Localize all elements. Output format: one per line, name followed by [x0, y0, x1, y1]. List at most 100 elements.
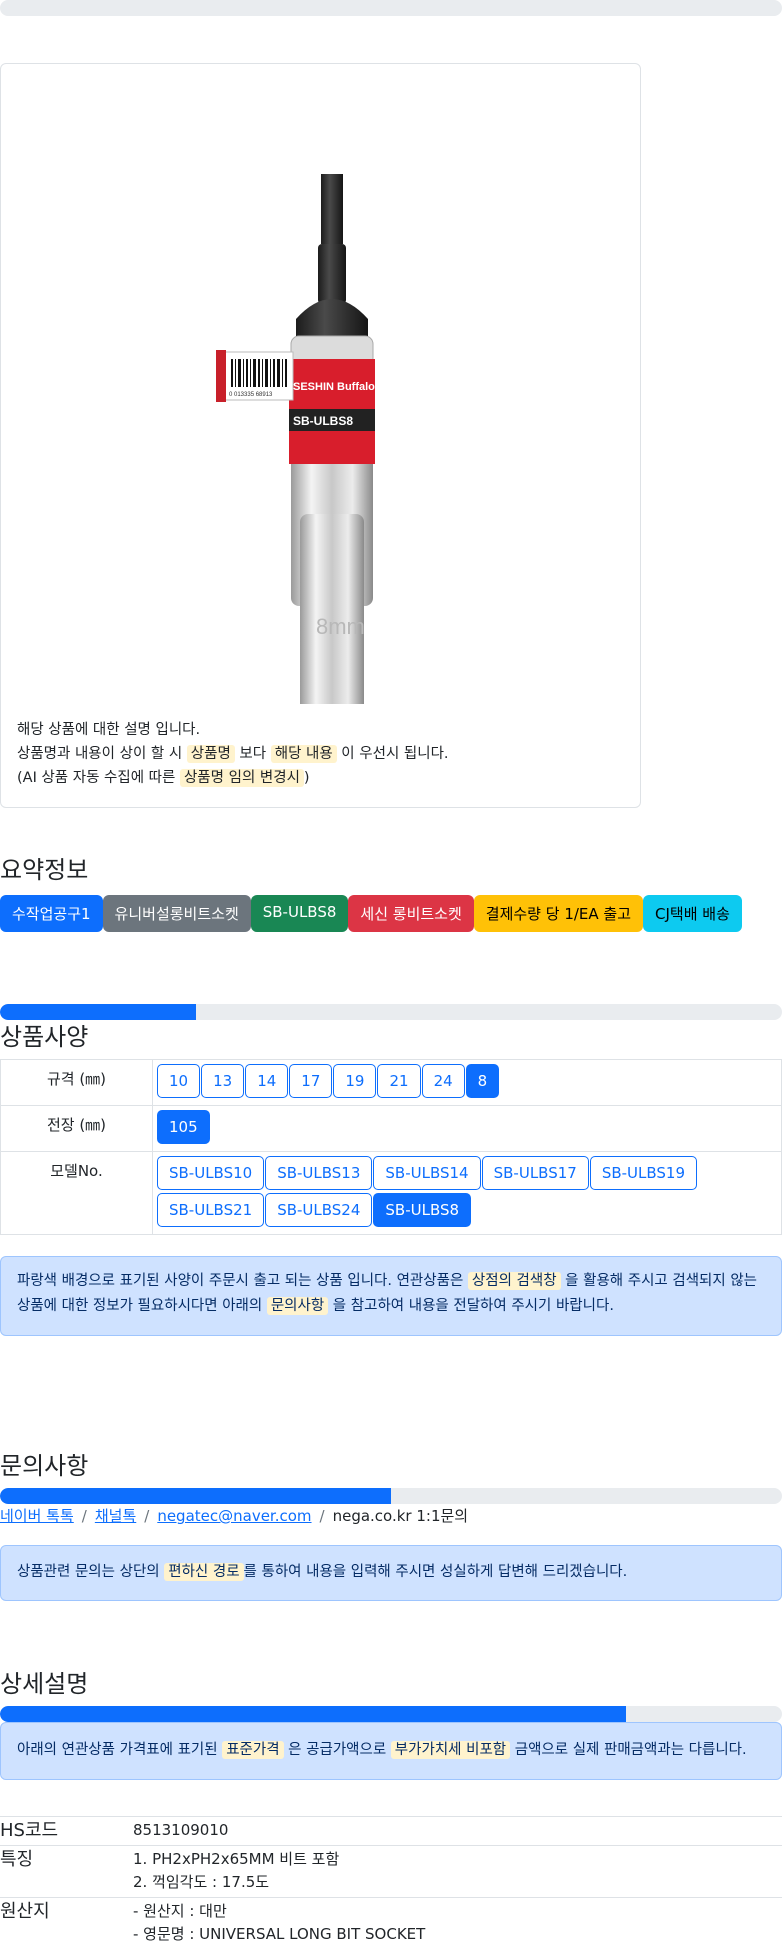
spec-options: 10 13 14 17 19 21 24 8 — [152, 1059, 782, 1106]
desc-line-3: (AI 상품 자동 수집에 따른 상품명 임의 변경시) — [17, 766, 449, 790]
highlight-standard-price: 표준가격 — [222, 1741, 284, 1759]
spec-table: 규격 (㎜) 10 13 14 17 19 21 24 8 전장 (㎜) 105 모델No. SB-UL… — [0, 1059, 782, 1235]
detail-progress-fill — [0, 1706, 626, 1722]
spec-option-button[interactable]: 105 — [157, 1110, 210, 1144]
spec-option-button[interactable]: SB-ULBS14 — [373, 1156, 481, 1190]
info-line: - 원산지 : 대만 — [133, 1902, 227, 1920]
spec-option-button[interactable]: 17 — [289, 1064, 333, 1098]
product-card: SESHIN Buffalo SB-ULBS8 0 013335 68913 8… — [0, 63, 641, 808]
info-key: 원산지 — [0, 1897, 133, 1949]
detail-title: 상세설명 — [0, 1670, 89, 1698]
inquiry-progress-bar — [0, 1488, 782, 1504]
highlight-product-name: 상품명 — [186, 745, 235, 763]
spec-options: 105 — [152, 1105, 782, 1152]
spec-title: 상품사양 — [0, 1023, 89, 1051]
spec-option-button[interactable]: SB-ULBS17 — [481, 1156, 589, 1190]
barcode-text: 0 013335 68913 — [229, 392, 273, 398]
spec-option-button[interactable]: SB-ULBS21 — [157, 1193, 265, 1227]
product-image: SESHIN Buffalo SB-ULBS8 0 013335 68913 8… — [216, 174, 375, 704]
summary-badge: 세신 롱비트소켓 — [348, 895, 474, 932]
spec-option-button[interactable]: 10 — [157, 1064, 201, 1098]
spec-label: 전장 (㎜) — [0, 1105, 153, 1152]
desc-text: 보다 — [234, 746, 271, 762]
top-progress-bar — [0, 0, 782, 16]
spec-notice: 파랑색 배경으로 표기된 사양이 주문시 출고 되는 상품 입니다. 연관상품은… — [0, 1256, 782, 1336]
highlight-route: 편하신 경로 — [164, 1563, 244, 1581]
channel-talk-link[interactable]: 채널톡 — [95, 1507, 136, 1525]
page: SESHIN Buffalo SB-ULBS8 0 013335 68913 8… — [0, 0, 782, 1950]
summary-badge: 유니버설롱비트소켓 — [102, 895, 251, 932]
notice-text: 금액으로 실제 판매금액과는 다릅니다. — [510, 1742, 747, 1758]
desc-text: ) — [303, 770, 310, 786]
highlight-inquiry: 문의사항 — [266, 1297, 329, 1315]
site-inquiry-text: nega.co.kr 1:1문의 — [332, 1507, 469, 1525]
notice-text: 아래의 연관상품 가격표에 표기된 — [17, 1742, 223, 1758]
inquiry-progress-fill — [0, 1488, 391, 1504]
inquiry-links: 네이버 톡톡 / 채널톡 / negatec@naver.com / nega.co.kr … — [0, 1505, 468, 1526]
inquiry-title: 문의사항 — [0, 1452, 89, 1480]
notice-text: 를 통하여 내용을 입력해 주시면 성실하게 답변해 드리겠습니다. — [243, 1564, 628, 1580]
highlight-content: 해당 내용 — [270, 745, 337, 763]
spec-option-button[interactable]: 24 — [421, 1064, 465, 1098]
notice-text: 파랑색 배경으로 표기된 사양이 주문시 출고 되는 상품 입니다. 연관상품은 — [17, 1273, 468, 1289]
info-value: 1. PH2xPH2x65MM 비트 포함 2. 꺽임각도 : 17.5도 — [133, 1845, 782, 1898]
naver-talk-link[interactable]: 네이버 톡톡 — [0, 1507, 74, 1525]
spec-progress-bar — [0, 1004, 782, 1020]
inquiry-notice: 상품관련 문의는 상단의 편하신 경로 를 통하여 내용을 입력해 주시면 성실하… — [0, 1545, 782, 1601]
spec-label: 규격 (㎜) — [0, 1059, 153, 1106]
spec-option-button[interactable]: SB-ULBS10 — [157, 1156, 265, 1190]
notice-text: 상품관련 문의는 상단의 — [17, 1564, 165, 1580]
spec-option-button[interactable]: 14 — [245, 1064, 289, 1098]
spec-options: SB-ULBS10 SB-ULBS13 SB-ULBS14 SB-ULBS17 SB-U… — [152, 1151, 782, 1235]
product-description: 해당 상품에 대한 설명 입니다. 상품명과 내용이 상이 할 시 상품명 보다… — [17, 718, 449, 790]
spec-option-button[interactable]: SB-ULBS19 — [589, 1156, 698, 1190]
highlight-vat: 부가가치세 비포함 — [390, 1741, 511, 1759]
info-line: 8513109010 — [133, 1821, 229, 1839]
summary-badge: 수작업공구1 — [0, 895, 103, 932]
desc-line-1: 해당 상품에 대한 설명 입니다. — [17, 722, 201, 738]
highlight-name-change: 상품명 임의 변경시 — [179, 769, 304, 787]
info-key: HS코드 — [0, 1816, 133, 1846]
spec-option-button[interactable]: SB-ULBS24 — [265, 1193, 373, 1227]
desc-line-2: 상품명과 내용이 상이 할 시 상품명 보다 해당 내용 이 우선시 됩니다. — [17, 742, 449, 766]
detail-notice: 아래의 연관상품 가격표에 표기된 표준가격 은 공급가액으로 부가가치세 비포… — [0, 1722, 782, 1780]
info-row: 원산지 - 원산지 : 대만 - 영문명 : UNIVERSAL LONG BIT … — [0, 1897, 782, 1949]
model-label: SB-ULBS8 — [293, 414, 353, 428]
desc-text: 이 우선시 됩니다. — [336, 746, 449, 762]
info-key: 특징 — [0, 1845, 133, 1898]
spec-label: 모델No. — [0, 1151, 153, 1235]
spec-option-button[interactable]: SB-ULBS13 — [265, 1156, 373, 1190]
info-row: HS코드 8513109010 — [0, 1816, 782, 1846]
info-line: 2. 꺽임각도 : 17.5도 — [133, 1873, 270, 1891]
notice-text: 은 공급가액으로 — [283, 1742, 391, 1758]
info-value: 8513109010 — [133, 1816, 782, 1846]
brand-label: SESHIN Buffalo — [293, 381, 375, 393]
detail-progress-bar — [0, 1706, 782, 1722]
detail-info-table: HS코드 8513109010 특징 1. PH2xPH2x65MM 비트 포함 2. … — [0, 1816, 782, 1949]
spec-row: 전장 (㎜) 105 — [0, 1105, 782, 1152]
spec-option-button[interactable]: 21 — [377, 1064, 421, 1098]
separator: / — [319, 1507, 325, 1525]
spec-row: 규격 (㎜) 10 13 14 17 19 21 24 8 — [0, 1059, 782, 1106]
info-line: - 영문명 : UNIVERSAL LONG BIT SOCKET — [133, 1925, 426, 1943]
summary-badge: 결제수량 당 1/EA 출고 — [473, 895, 644, 932]
info-line: 1. PH2xPH2x65MM 비트 포함 — [133, 1850, 340, 1868]
highlight-store-search: 상점의 검색창 — [467, 1272, 561, 1290]
desc-text: 상품명과 내용이 상이 할 시 — [17, 746, 187, 762]
summary-badge: SB-ULBS8 — [250, 895, 349, 932]
notice-text: 을 참고하여 내용을 전달하여 주시기 바랍니다. — [328, 1298, 614, 1314]
spec-row: 모델No. SB-ULBS10 SB-ULBS13 SB-ULBS14 SB-ULBS1… — [0, 1151, 782, 1235]
email-link[interactable]: negatec@naver.com — [157, 1507, 311, 1525]
info-row: 특징 1. PH2xPH2x65MM 비트 포함 2. 꺽임각도 : 17.5도 — [0, 1845, 782, 1898]
spec-option-button[interactable]: SB-ULBS8 — [373, 1193, 472, 1227]
desc-text: (AI 상품 자동 수집에 따른 — [17, 770, 180, 786]
separator: / — [81, 1507, 87, 1525]
socket-mark: 8mm — [316, 614, 365, 639]
spec-option-button[interactable]: 8 — [465, 1064, 500, 1098]
summary-badges: 수작업공구1 유니버설롱비트소켓 SB-ULBS8 세신 롱비트소켓 결제수량 당 1/… — [0, 895, 742, 932]
spec-option-button[interactable]: 19 — [333, 1064, 377, 1098]
info-value: - 원산지 : 대만 - 영문명 : UNIVERSAL LONG BIT SOC… — [133, 1897, 782, 1949]
separator: / — [144, 1507, 150, 1525]
summary-badge: CJ택배 배송 — [643, 895, 742, 932]
spec-option-button[interactable]: 13 — [201, 1064, 245, 1098]
